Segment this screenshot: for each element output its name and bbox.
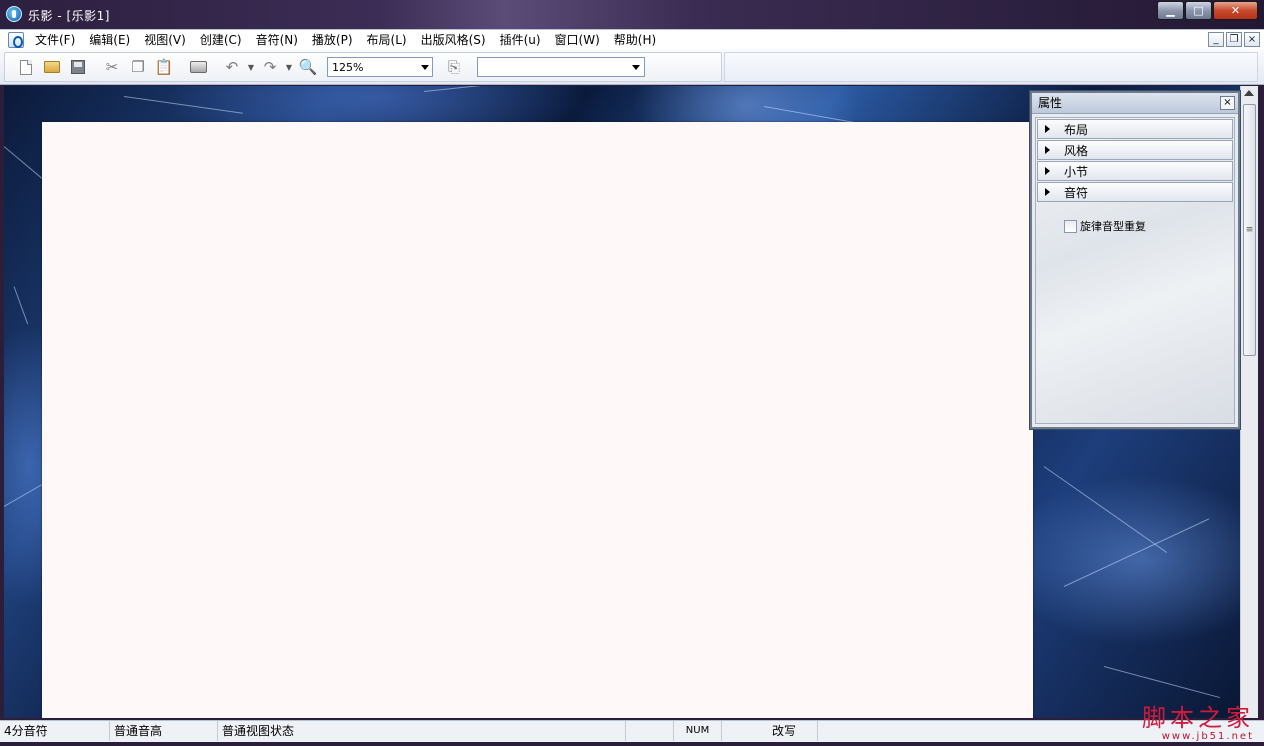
menu-publish-style[interactable]: 出版风格(S)	[414, 31, 493, 49]
maximize-button[interactable]: □	[1185, 1, 1212, 20]
properties-close-button[interactable]: ×	[1220, 96, 1235, 110]
section-label: 风格	[1064, 143, 1089, 158]
toolbar-row: ✂ ❐ 📋 ↶ ▼ ↷ ▼ 🔍 125% ⎘	[0, 49, 1264, 85]
new-button[interactable]	[13, 56, 39, 78]
title-bar[interactable]: 乐影 - [乐影1] ▁ □ ✕	[0, 0, 1264, 29]
zoom-value: 125%	[332, 60, 364, 74]
window-title: 乐影 - [乐影1]	[28, 9, 110, 23]
section-note[interactable]: 音符	[1037, 182, 1233, 202]
undo-button[interactable]: ↶	[219, 56, 245, 78]
marble-vein	[13, 286, 29, 325]
document-restore-button[interactable]: ❐	[1226, 32, 1242, 47]
redo-icon: ↷	[263, 58, 277, 76]
status-bar: 4分音符 普通音高 普通视图状态 NUM 改写	[0, 720, 1264, 742]
magnifier-icon: 🔍	[298, 58, 318, 76]
melody-repeat-label: 旋律音型重复	[1080, 220, 1146, 233]
open-folder-icon	[44, 61, 60, 73]
status-num-lock: NUM	[674, 721, 722, 741]
menu-bar: 文件(F) 编辑(E) 视图(V) 创建(C) 音符(N) 播放(P) 布局(L…	[0, 29, 1264, 49]
chevron-down-icon	[421, 64, 429, 70]
melody-repeat-checkbox[interactable]	[1064, 219, 1077, 233]
marble-vein	[423, 86, 564, 92]
copy-button[interactable]: ❐	[125, 56, 151, 78]
section-label: 小节	[1064, 164, 1089, 179]
format-icon: ⎘	[447, 58, 460, 76]
undo-dropdown-icon[interactable]: ▼	[245, 63, 257, 72]
open-button[interactable]	[39, 56, 65, 78]
toolbar-empty-area	[724, 52, 1258, 82]
scrollbar-thumb[interactable]: ≡	[1243, 104, 1256, 356]
expand-arrow-icon	[1045, 167, 1050, 175]
copy-icon: ❐	[131, 58, 145, 76]
expand-arrow-icon	[1045, 146, 1050, 154]
section-measure[interactable]: 小节	[1037, 161, 1233, 181]
format-button[interactable]: ⎘	[441, 56, 467, 78]
properties-title-bar[interactable]: 属性 ×	[1032, 93, 1238, 114]
app-logo-icon[interactable]	[6, 6, 22, 22]
document-minimize-button[interactable]: _	[1208, 32, 1224, 47]
menu-view[interactable]: 视图(V)	[137, 31, 193, 49]
melody-repeat-option[interactable]: 旋律音型重复	[1064, 218, 1146, 234]
font-select[interactable]	[477, 57, 645, 77]
grip-icon: ≡	[1245, 225, 1254, 235]
expand-arrow-icon	[1045, 125, 1050, 133]
watermark-text: 脚本之家	[1142, 704, 1254, 732]
status-overwrite: 改写	[722, 721, 818, 741]
zoom-button[interactable]: 🔍	[295, 56, 321, 78]
undo-icon: ↶	[225, 58, 239, 76]
status-note-duration: 4分音符	[0, 721, 110, 741]
menu-layout[interactable]: 布局(L)	[360, 31, 414, 49]
section-style[interactable]: 风格	[1037, 140, 1233, 160]
properties-panel: 属性 × 布局 风格 小节 音符 旋律音型重复	[1030, 91, 1240, 429]
clipboard-icon: 📋	[154, 58, 174, 76]
menu-help[interactable]: 帮助(H)	[607, 31, 663, 49]
section-layout[interactable]: 布局	[1037, 119, 1233, 139]
minimize-button[interactable]: ▁	[1157, 1, 1184, 20]
zoom-select[interactable]: 125%	[327, 57, 433, 77]
marble-vein	[1103, 666, 1221, 699]
section-label: 音符	[1064, 185, 1089, 200]
menu-plugins[interactable]: 插件(u)	[493, 31, 548, 49]
watermark-url: www.jb51.net	[1161, 731, 1254, 742]
close-button[interactable]: ✕	[1213, 1, 1258, 20]
status-empty	[626, 721, 674, 741]
menu-play[interactable]: 播放(P)	[305, 31, 360, 49]
document-icon[interactable]	[8, 31, 24, 48]
redo-dropdown-icon[interactable]: ▼	[283, 63, 295, 72]
cut-button[interactable]: ✂	[99, 56, 125, 78]
window-controls: ▁ □ ✕	[1156, 1, 1258, 20]
vertical-scrollbar[interactable]: ≡	[1240, 86, 1258, 718]
status-view-mode: 普通视图状态	[218, 721, 626, 741]
status-pitch: 普通音高	[110, 721, 218, 741]
expand-arrow-icon	[1045, 188, 1050, 196]
print-button[interactable]	[185, 56, 211, 78]
document-window-controls: _ ❐ ×	[1208, 32, 1264, 47]
menu-file[interactable]: 文件(F)	[28, 31, 82, 49]
chevron-down-icon	[632, 64, 640, 70]
section-label: 布局	[1064, 122, 1089, 137]
standard-toolbar: ✂ ❐ 📋 ↶ ▼ ↷ ▼ 🔍 125% ⎘	[4, 52, 722, 82]
scroll-up-icon[interactable]	[1244, 90, 1254, 96]
save-disk-icon	[71, 60, 85, 74]
document-close-button[interactable]: ×	[1244, 32, 1260, 47]
menu-window[interactable]: 窗口(W)	[548, 31, 607, 49]
properties-title: 属性	[1038, 96, 1063, 110]
marble-vein	[123, 96, 243, 114]
properties-body: 布局 风格 小节 音符 旋律音型重复	[1035, 117, 1235, 424]
menu-notes[interactable]: 音符(N)	[249, 31, 305, 49]
redo-button[interactable]: ↷	[257, 56, 283, 78]
scissors-icon: ✂	[105, 58, 119, 76]
score-page[interactable]	[42, 122, 1033, 718]
watermark: 脚本之家 www.jb51.net	[1142, 705, 1254, 742]
paste-button[interactable]: 📋	[151, 56, 177, 78]
new-file-icon	[20, 59, 32, 75]
menu-edit[interactable]: 编辑(E)	[82, 31, 137, 49]
save-button[interactable]	[65, 56, 91, 78]
printer-icon	[189, 61, 207, 73]
marble-vein	[1063, 518, 1210, 587]
menu-create[interactable]: 创建(C)	[193, 31, 249, 49]
marble-vein	[1043, 466, 1168, 553]
